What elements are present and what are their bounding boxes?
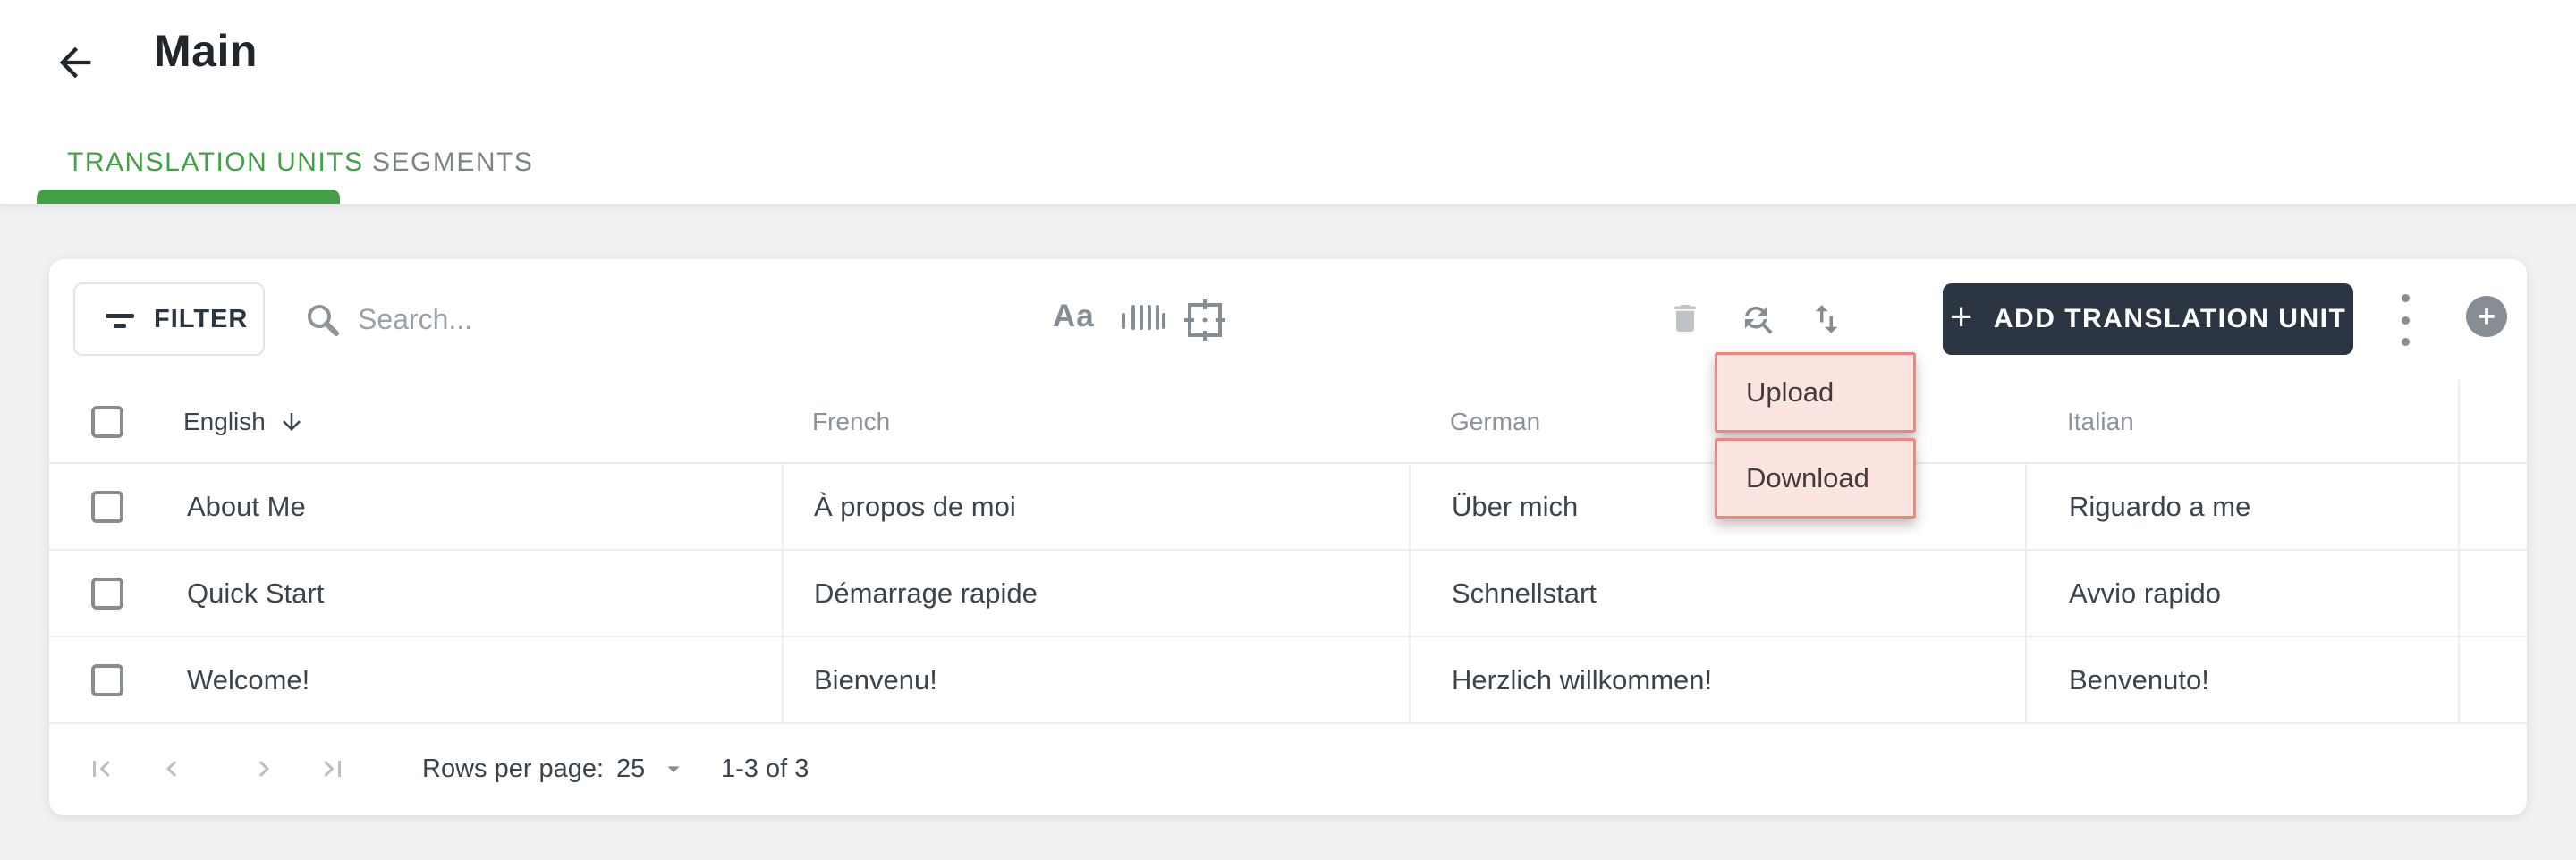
column-header-french[interactable]: French xyxy=(782,408,1409,436)
table-row[interactable]: Welcome! Bienvenu! Herzlich willkommen! Ben… xyxy=(49,637,2527,724)
sort-desc-arrow-icon xyxy=(278,409,305,435)
row-checkbox[interactable] xyxy=(91,663,123,696)
last-page-icon[interactable] xyxy=(317,753,349,785)
find-replace-icon[interactable] xyxy=(1739,300,1776,338)
font-case-icon-text: Aa xyxy=(1053,299,1095,333)
translation-units-card: FILTER Aa xyxy=(49,259,2527,815)
cell-french: À propos de moi xyxy=(782,464,1409,549)
cell-english: Welcome! xyxy=(187,663,310,696)
active-tab-indicator xyxy=(37,190,340,204)
add-translation-unit-button[interactable]: + ADD TRANSLATION UNIT xyxy=(1943,283,2353,355)
filter-button[interactable]: FILTER xyxy=(73,282,265,356)
filter-icon xyxy=(104,303,136,335)
rows-per-page-select[interactable]: 25 xyxy=(616,755,688,784)
plus-circle-icon[interactable]: + xyxy=(2466,296,2507,337)
table-row[interactable]: Quick Start Démarrage rapide Schnellstart A… xyxy=(49,551,2527,637)
row-checkbox[interactable] xyxy=(91,577,123,610)
cell-actions-empty xyxy=(2458,551,2527,636)
cell-english: About Me xyxy=(187,490,306,522)
cell-italian: Avvio rapido xyxy=(2025,551,2458,636)
cell-italian: Riguardo a me xyxy=(2025,464,2458,549)
first-page-icon[interactable] xyxy=(85,753,117,785)
tab-translation-units[interactable]: TRANSLATION UNITS xyxy=(67,136,364,190)
previous-page-icon[interactable] xyxy=(156,753,188,785)
menu-item-label: Upload xyxy=(1746,376,1835,408)
column-header-italian-label: Italian xyxy=(2067,408,2134,435)
search-field xyxy=(304,259,912,380)
row-checkbox[interactable] xyxy=(91,490,123,523)
cell-german: Schnellstart xyxy=(1409,551,2025,636)
table-toolbar: FILTER Aa xyxy=(49,259,2527,380)
page-title: Main xyxy=(154,26,258,76)
column-header-french-label: French xyxy=(812,408,891,435)
arrow-left-icon xyxy=(52,39,102,86)
rows-per-page-label: Rows per page: xyxy=(422,754,605,783)
kebab-menu-icon[interactable] xyxy=(2394,294,2416,346)
add-translation-unit-label: ADD TRANSLATION UNIT xyxy=(1993,304,2347,333)
dropdown-arrow-icon xyxy=(659,755,688,783)
frame-capture-icon[interactable] xyxy=(1182,297,1228,343)
column-header-german-label: German xyxy=(1450,408,1541,435)
menu-item-upload[interactable]: Upload xyxy=(1715,352,1916,433)
select-all-checkbox[interactable] xyxy=(91,406,123,438)
import-export-icon[interactable] xyxy=(1808,300,1845,338)
top-app-bar: Main TRANSLATION UNITS SEGMENTS xyxy=(0,0,2576,204)
menu-item-download[interactable]: Download xyxy=(1715,438,1916,519)
cell-italian: Benvenuto! xyxy=(2025,637,2458,722)
tab-translation-units-label: TRANSLATION UNITS xyxy=(67,148,364,177)
cell-actions-empty xyxy=(2458,464,2527,549)
cell-french: Bienvenu! xyxy=(782,637,1409,722)
pagination-range: 1-3 of 3 xyxy=(721,754,809,783)
font-case-icon[interactable]: Aa xyxy=(1053,299,1095,334)
column-header-actions-empty xyxy=(2458,380,2527,464)
table-row[interactable]: About Me À propos de moi Über mich Riguardo… xyxy=(49,464,2527,551)
table-body: About Me À propos de moi Über mich Riguardo… xyxy=(49,464,2527,724)
menu-item-label: Download xyxy=(1746,462,1869,493)
filter-button-label: FILTER xyxy=(154,304,249,333)
table-header-row: English French German Italian xyxy=(49,380,2527,464)
import-export-dropdown-menu: Upload Download xyxy=(1715,352,1916,524)
cell-french: Démarrage rapide xyxy=(782,551,1409,636)
barcode-icon[interactable] xyxy=(1120,304,1166,338)
tab-segments-label: SEGMENTS xyxy=(372,148,534,177)
cell-english: Quick Start xyxy=(187,577,325,609)
search-input[interactable] xyxy=(358,303,912,336)
search-icon xyxy=(304,301,342,339)
trash-icon[interactable] xyxy=(1667,300,1703,336)
cell-actions-empty xyxy=(2458,637,2527,722)
plus-icon: + xyxy=(1949,295,1974,339)
column-header-english[interactable]: English xyxy=(183,408,782,436)
tab-segments[interactable]: SEGMENTS xyxy=(372,136,533,190)
pagination-bar: Rows per page: 25 1-3 of 3 xyxy=(49,724,2527,814)
column-header-english-label: English xyxy=(183,408,266,435)
next-page-icon[interactable] xyxy=(248,753,280,785)
column-header-italian[interactable]: Italian xyxy=(2025,408,2458,436)
back-button[interactable] xyxy=(52,38,102,88)
cell-german: Herzlich willkommen! xyxy=(1409,637,2025,722)
rows-per-page-value: 25 xyxy=(616,754,646,783)
